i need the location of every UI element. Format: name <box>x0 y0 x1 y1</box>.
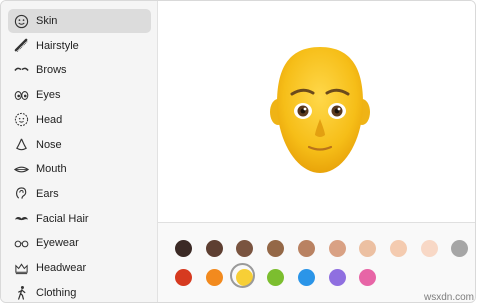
sidebar-item-label: Clothing <box>36 286 77 299</box>
color-swatch[interactable] <box>205 240 223 257</box>
color-swatch[interactable] <box>420 240 438 257</box>
nose-icon <box>13 137 29 153</box>
sidebar-item-label: Mouth <box>36 163 67 176</box>
color-swatch[interactable] <box>389 240 407 257</box>
color-swatch[interactable] <box>297 269 315 286</box>
color-swatch[interactable] <box>267 240 285 257</box>
sidebar-item-skin[interactable]: Skin <box>8 9 151 33</box>
glasses-icon <box>13 235 29 251</box>
sidebar-item-label: Skin <box>36 15 58 27</box>
sidebar-item-mouth[interactable]: Mouth <box>8 157 151 181</box>
color-swatch[interactable] <box>267 269 285 286</box>
color-swatch[interactable] <box>451 240 469 257</box>
smiley-icon <box>13 13 29 29</box>
sidebar-item-ears[interactable]: Ears <box>8 182 151 206</box>
watermark: wsxdn.com <box>423 292 474 303</box>
sidebar-item-label: Headwear <box>36 262 87 274</box>
figure-icon <box>13 285 29 301</box>
brows-icon <box>13 62 29 78</box>
mouth-icon <box>13 161 29 177</box>
ear-icon <box>13 186 29 202</box>
sidebar-item-eyes[interactable]: Eyes <box>8 83 151 107</box>
avatar-preview <box>158 1 475 222</box>
face <box>277 47 363 173</box>
color-swatch[interactable] <box>230 263 256 288</box>
color-swatch[interactable] <box>297 240 315 257</box>
sidebar-item-label: Eyewear <box>36 237 79 250</box>
sidebar-item-hairstyle[interactable]: Hairstyle <box>8 34 151 58</box>
sidebar-item-label: Nose <box>36 138 62 151</box>
comb-icon <box>13 38 29 54</box>
sidebar-item-label: Brows <box>36 64 67 77</box>
color-swatch[interactable] <box>175 269 192 286</box>
sidebar-item-nose[interactable]: Nose <box>8 133 151 157</box>
sidebar-item-label: Head <box>36 113 63 126</box>
sidebar-item-headwear[interactable]: Headwear <box>8 256 151 280</box>
eyes-icon <box>13 87 29 103</box>
color-swatch[interactable] <box>328 240 346 257</box>
color-swatch[interactable] <box>328 269 346 286</box>
mustache-icon <box>13 211 29 227</box>
color-swatch[interactable] <box>359 240 377 257</box>
memoji-avatar <box>270 47 370 173</box>
sidebar: Skin Hairstyle Brows Eyes Head Nose Mouth Ears F… <box>1 1 158 302</box>
color-swatch[interactable] <box>236 240 254 257</box>
crown-icon <box>13 260 29 276</box>
head-icon <box>13 112 29 128</box>
sidebar-item-clothing[interactable]: Clothing <box>8 281 151 302</box>
sidebar-item-eyewear[interactable]: Eyewear <box>8 231 151 255</box>
sidebar-item-label: Eyes <box>36 89 61 102</box>
color-swatch[interactable] <box>205 269 223 286</box>
sidebar-item-facial-hair[interactable]: Facial Hair <box>8 207 151 231</box>
sidebar-item-label: Hairstyle <box>36 39 79 52</box>
sidebar-item-brows[interactable]: Brows <box>8 58 151 82</box>
sidebar-item-label: Ears <box>36 187 59 200</box>
sidebar-item-head[interactable]: Head <box>8 108 151 132</box>
sidebar-item-label: Facial Hair <box>36 212 89 225</box>
color-swatch[interactable] <box>175 240 192 257</box>
memoji-editor-window: Skin Hairstyle Brows Eyes Head Nose Mouth Ears F… <box>0 0 476 303</box>
skin-color-palette <box>158 222 475 302</box>
color-swatch[interactable] <box>359 269 377 286</box>
